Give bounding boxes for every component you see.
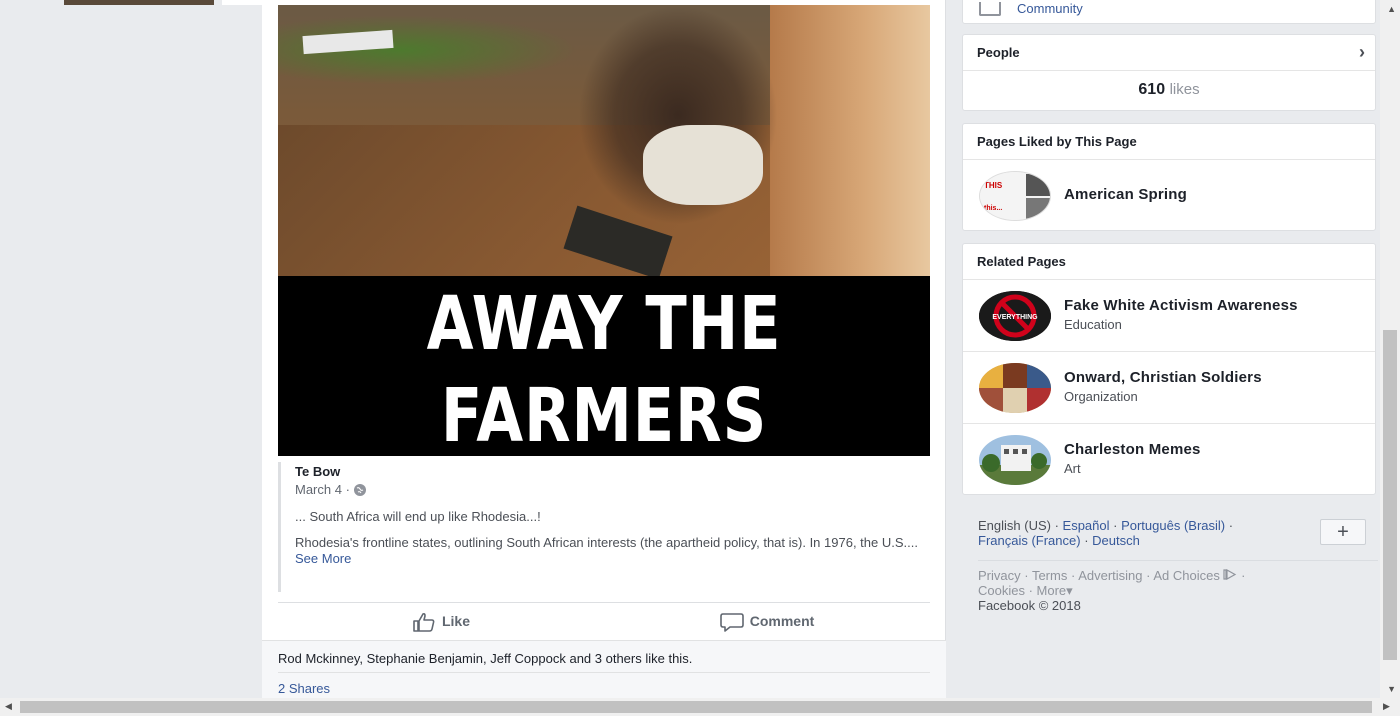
thumbs-up-icon	[412, 612, 435, 632]
page-category-organization: Organization	[1064, 389, 1138, 404]
likes-divider	[278, 672, 930, 673]
page-row-onward-christian-soldiers[interactable]: Onward, Christian Soldiers Organization	[963, 352, 1375, 424]
post-card: AWAY THE FARMERS Te Bow March 4 · ... So…	[262, 0, 946, 700]
footer-line-2: Cookies · More▾	[978, 583, 1073, 598]
avatar-text-2: this...	[984, 205, 1002, 212]
actions-divider	[278, 602, 930, 603]
language-deutsch[interactable]: Deutsch	[1092, 533, 1140, 548]
shared-date: March 4 ·	[295, 482, 930, 497]
footer-cookies[interactable]: Cookies	[978, 583, 1025, 598]
photo-bag	[643, 125, 763, 205]
language-current: English (US)	[978, 518, 1051, 533]
comment-label: Comment	[749, 613, 815, 629]
image-caption-line-1: AWAY THE	[426, 281, 782, 367]
footer-advertising[interactable]: Advertising	[1078, 568, 1142, 583]
community-row[interactable]: Community	[979, 1, 1083, 16]
scroll-right-arrow-icon[interactable]: ▶	[1383, 701, 1390, 712]
ad-choices-icon	[1223, 568, 1241, 583]
likes-bar: Rod Mckinney, Stephanie Benjamin, Jeff C…	[262, 640, 946, 700]
footer-privacy[interactable]: Privacy	[978, 568, 1021, 583]
thumbnail-strip-2	[222, 0, 262, 5]
scroll-left-arrow-icon[interactable]: ◀	[5, 701, 12, 712]
add-language-button[interactable]: +	[1320, 519, 1366, 545]
thumbnail-strip[interactable]	[64, 0, 214, 5]
avatar-onward-christian-soldiers[interactable]	[979, 363, 1051, 413]
people-header[interactable]: People ›	[963, 35, 1375, 71]
avatar-charleston-memes[interactable]	[979, 435, 1051, 485]
footer-line-1: Privacy · Terms · Advertising · Ad Choic…	[978, 568, 1246, 583]
post-image[interactable]: AWAY THE FARMERS	[278, 5, 930, 456]
pages-liked-title: Pages Liked by This Page	[977, 134, 1137, 149]
shared-date-text: March 4 ·	[295, 482, 350, 497]
avatar-text-1: THIS	[984, 181, 1003, 190]
see-more-link[interactable]: See More	[295, 551, 351, 566]
people-title: People	[977, 45, 1020, 60]
pages-liked-header: Pages Liked by This Page	[963, 124, 1375, 160]
page-row-american-spring[interactable]: THIS this... American Spring	[963, 160, 1375, 232]
avatar-fake-white-activism[interactable]: EVERYTHING	[979, 291, 1051, 341]
more-caret-icon[interactable]: ▾	[1066, 583, 1073, 598]
image-caption-line-2: FARMERS	[440, 373, 768, 456]
globe-icon	[353, 483, 366, 496]
page-name-fake-white-activism[interactable]: Fake White Activism Awareness	[1064, 297, 1298, 314]
pages-liked-card: Pages Liked by This Page THIS this... Am…	[962, 123, 1376, 231]
horizontal-scrollbar[interactable]: ◀ ▶	[0, 698, 1400, 716]
likes-summary[interactable]: Rod Mckinney, Stephanie Benjamin, Jeff C…	[278, 651, 692, 666]
related-pages-header: Related Pages	[963, 244, 1375, 280]
shares-link[interactable]: 2 Shares	[278, 681, 330, 696]
related-pages-card: Related Pages EVERYTHING Fake White Acti…	[962, 243, 1376, 495]
like-button[interactable]: Like	[278, 604, 604, 638]
like-label: Like	[441, 613, 470, 629]
shared-text-1: ... South Africa will end up like Rhodes…	[295, 509, 541, 524]
shared-post-preview: Te Bow March 4 · ... South Africa will e…	[278, 462, 930, 592]
language-espanol[interactable]: Español	[1063, 518, 1110, 533]
likes-count: 610 likes	[963, 81, 1375, 99]
footer-copyright: Facebook © 2018	[978, 598, 1081, 613]
community-icon	[979, 1, 1001, 16]
page-name-onward-christian-soldiers[interactable]: Onward, Christian Soldiers	[1064, 369, 1262, 386]
footer-ad-choices[interactable]: Ad Choices	[1153, 568, 1219, 583]
community-label: Community	[1017, 1, 1083, 16]
comment-icon	[719, 612, 744, 632]
page-name-american-spring[interactable]: American Spring	[1064, 186, 1187, 203]
footer-terms[interactable]: Terms	[1032, 568, 1067, 583]
page-category-art: Art	[1064, 461, 1081, 476]
footer-more[interactable]: More	[1037, 583, 1067, 598]
page-row-charleston-memes[interactable]: Charleston Memes Art	[963, 424, 1375, 496]
language-line-2: Français (France) · Deutsch	[978, 533, 1140, 548]
language-line-1: English (US) · Español · Português (Bras…	[978, 518, 1234, 533]
language-francais[interactable]: Français (France)	[978, 533, 1081, 548]
likes-number: 610	[1138, 81, 1166, 98]
page-category-education: Education	[1064, 317, 1122, 332]
chevron-right-icon[interactable]: ›	[1359, 42, 1365, 63]
language-portugues[interactable]: Português (Brasil)	[1121, 518, 1225, 533]
photo	[278, 5, 930, 280]
horizontal-scroll-thumb[interactable]	[20, 701, 1372, 713]
footer-separator	[978, 560, 1378, 561]
likes-word: likes	[1169, 81, 1200, 98]
scroll-up-arrow-icon[interactable]: ▲	[1387, 4, 1396, 14]
comment-button[interactable]: Comment	[604, 604, 930, 638]
vertical-scrollbar[interactable]: ▲ ▼	[1380, 0, 1400, 698]
vertical-scroll-thumb[interactable]	[1383, 330, 1397, 660]
related-pages-title: Related Pages	[977, 254, 1066, 269]
page-name-charleston-memes[interactable]: Charleston Memes	[1064, 441, 1201, 458]
people-card: People › 610 likes	[962, 34, 1376, 111]
community-card: Community	[962, 0, 1376, 24]
scroll-down-arrow-icon[interactable]: ▼	[1387, 684, 1396, 694]
page-row-fake-white-activism[interactable]: EVERYTHING Fake White Activism Awareness…	[963, 280, 1375, 352]
avatar-american-spring[interactable]: THIS this...	[979, 171, 1051, 221]
post-actions: Like Comment	[278, 604, 930, 638]
shared-author[interactable]: Te Bow	[295, 464, 930, 479]
shared-text-2: Rhodesia's frontline states, outlining S…	[295, 535, 918, 550]
photo-wall	[770, 5, 930, 276]
avatar-text: EVERYTHING	[992, 314, 1038, 321]
